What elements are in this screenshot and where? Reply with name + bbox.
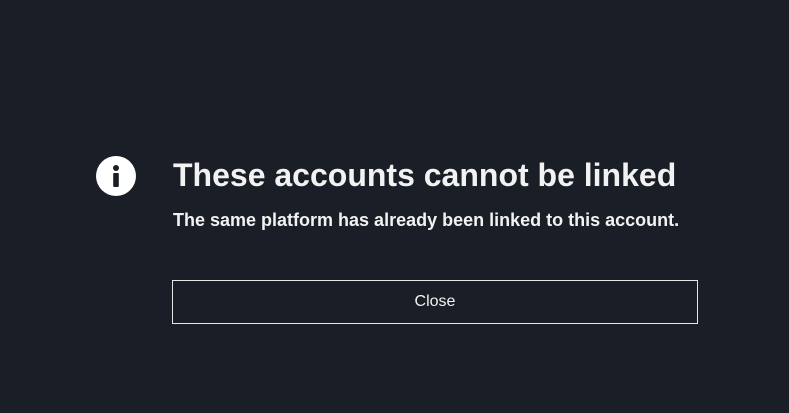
dialog-screen: These accounts cannot be linked The same…: [0, 0, 789, 413]
info-icon: [96, 156, 136, 196]
dialog-message: The same platform has already been linke…: [173, 210, 680, 230]
dialog-title: These accounts cannot be linked: [173, 157, 677, 193]
close-button[interactable]: Close: [172, 280, 698, 324]
